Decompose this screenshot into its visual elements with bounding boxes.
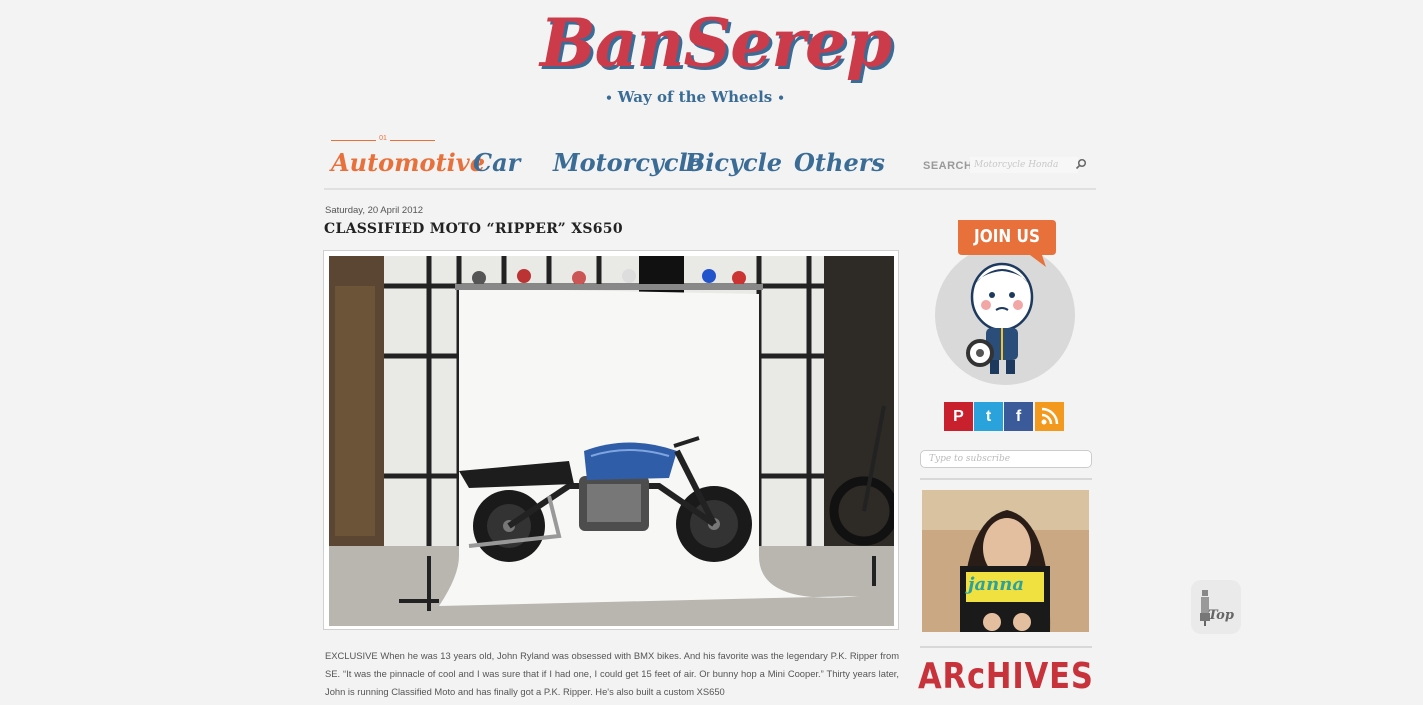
join-us-label: JOIN US <box>974 226 1040 247</box>
post-date: Saturday, 20 April 2012 <box>325 205 424 216</box>
subscribe-input[interactable] <box>920 450 1092 468</box>
main-nav: 01 Automotive Car Motorcycle Bicycle Oth… <box>324 135 1096 190</box>
pinterest-icon[interactable]: P <box>944 402 973 431</box>
twitter-icon[interactable]: t <box>974 402 1003 431</box>
nav-item-others[interactable]: Others <box>794 148 885 177</box>
nav-item-automotive[interactable]: Automotive <box>331 148 485 177</box>
motorcycle-photo <box>329 256 894 626</box>
archives-heading: ARcHIVES <box>918 656 1094 697</box>
ad-logo-text: janna <box>968 574 1025 595</box>
nav-item-car[interactable]: Car <box>473 148 520 177</box>
join-us-badge[interactable]: JOIN US <box>930 215 1080 390</box>
search-label: SEARCH <box>923 160 973 172</box>
post-image-frame[interactable] <box>323 250 899 630</box>
search-input[interactable] <box>970 157 1078 173</box>
logo-tagline: Way of the Wheels <box>617 88 773 106</box>
facebook-icon[interactable]: f <box>1004 402 1033 431</box>
sidebar-ad-image[interactable]: janna <box>922 490 1089 632</box>
back-to-top-label: Top <box>1208 608 1234 623</box>
rss-icon[interactable] <box>1035 402 1064 431</box>
spark-plug-icon <box>1200 590 1210 626</box>
logo-wordmark: BanSerep <box>540 4 892 82</box>
nav-item-bicycle[interactable]: Bicycle <box>685 148 782 177</box>
back-to-top-button[interactable]: Top <box>1191 580 1241 634</box>
tagline-dot-right: • <box>777 91 785 105</box>
search-icon[interactable] <box>1074 158 1088 172</box>
nav-item-motorcycle[interactable]: Motorcycle <box>553 148 703 177</box>
site-logo[interactable]: BanSerep • Way of the Wheels • <box>540 4 892 122</box>
post-body-text: EXCLUSIVE When he was 13 years old, John… <box>325 650 899 697</box>
sidebar-divider-2 <box>920 646 1092 648</box>
tagline-dot-left: • <box>605 91 613 105</box>
logo-tagline-row: • Way of the Wheels • <box>540 88 850 106</box>
post-title[interactable]: CLASSIFIED MOTO “RIPPER” XS650 <box>324 221 623 237</box>
sidebar-divider <box>920 478 1092 480</box>
